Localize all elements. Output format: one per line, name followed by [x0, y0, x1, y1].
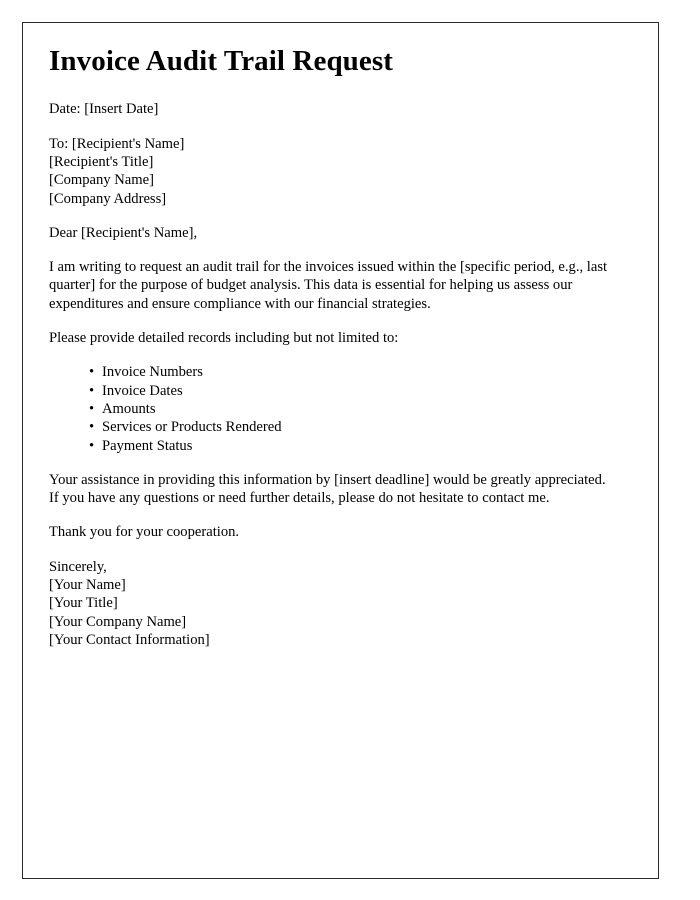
intro-paragraph: I am writing to request an audit trail f…	[49, 259, 608, 312]
recipient-name-line: To: [Recipient's Name]	[49, 135, 185, 152]
recipient-address-line: [Company Address]	[49, 190, 167, 207]
list-item-label: Payment Status	[102, 437, 193, 454]
document-body: Invoice Audit Trail Request Date: [Inser…	[49, 45, 615, 665]
bullet-icon: •	[89, 382, 95, 399]
closing-paragraph: Your assistance in providing this inform…	[49, 471, 606, 507]
recipient-block: To: [Recipient's Name] [Recipient's Titl…	[49, 135, 615, 208]
list-item: • Amounts	[89, 400, 615, 418]
records-intro-paragraph: Please provide detailed records includin…	[49, 330, 399, 347]
sender-name-line: [Your Name]	[49, 576, 126, 593]
date-line: Date: [Insert Date]	[49, 101, 159, 118]
document-page: Invoice Audit Trail Request Date: [Inser…	[22, 22, 659, 879]
thanks-line: Thank you for your cooperation.	[49, 524, 240, 541]
list-item-label: Services or Products Rendered	[102, 419, 282, 436]
bullet-icon: •	[89, 400, 95, 417]
list-item-label: Invoice Numbers	[102, 364, 203, 381]
list-item: • Invoice Numbers	[89, 363, 615, 381]
bullet-icon: •	[89, 419, 95, 436]
bullet-icon: •	[89, 364, 95, 381]
sender-title-line: [Your Title]	[49, 595, 118, 612]
sender-company-line: [Your Company Name]	[49, 613, 187, 630]
recipient-title-line: [Recipient's Title]	[49, 153, 154, 170]
list-item-label: Amounts	[102, 400, 156, 417]
page-title: Invoice Audit Trail Request	[49, 45, 394, 77]
records-list: • Invoice Numbers • Invoice Dates • Amou…	[49, 363, 615, 454]
list-item: • Invoice Dates	[89, 382, 615, 400]
list-item: • Services or Products Rendered	[89, 418, 615, 436]
list-item-label: Invoice Dates	[102, 382, 183, 399]
list-item: • Payment Status	[89, 437, 615, 455]
sender-contact-line: [Your Contact Information]	[49, 631, 210, 648]
bullet-icon: •	[89, 437, 95, 454]
recipient-company-line: [Company Name]	[49, 172, 154, 189]
salutation: Dear [Recipient's Name],	[49, 224, 198, 241]
signoff-line: Sincerely,	[49, 558, 107, 575]
signature-block: Sincerely, [Your Name] [Your Title] [You…	[49, 558, 615, 649]
